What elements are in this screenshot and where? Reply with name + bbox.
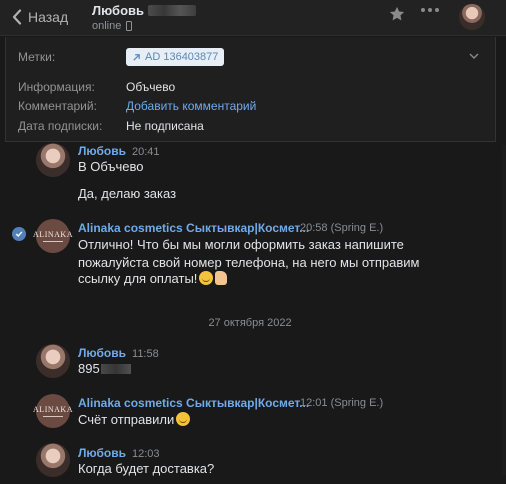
chevron-left-icon <box>12 9 22 25</box>
message-time: 11:58 <box>132 348 159 360</box>
message-author[interactable]: Любовь <box>78 346 126 360</box>
message-author[interactable]: Alinaka cosmetics Сыктывкар|Космет... <box>78 396 309 410</box>
brand-logo-text: ALINAKA <box>33 230 73 239</box>
message-time: 12:01 (Spring E.) <box>300 397 384 409</box>
brand-avatar[interactable]: ALINAKA <box>33 219 73 253</box>
avatar[interactable] <box>36 344 70 378</box>
add-comment-link[interactable]: Добавить комментарий <box>126 99 256 113</box>
redacted-surname <box>148 5 197 16</box>
avatar[interactable] <box>36 143 70 177</box>
tag-chip-label: AD 136403877 <box>145 51 219 63</box>
tags-label: Метки: <box>18 50 56 64</box>
star-icon[interactable] <box>388 5 406 23</box>
selected-check-icon[interactable] <box>12 227 26 241</box>
back-button[interactable]: Назад <box>12 6 68 28</box>
subscription-label: Дата подписки: <box>18 119 103 133</box>
more-options-icon[interactable] <box>421 8 439 12</box>
redacted-phone <box>100 364 131 374</box>
message-author[interactable]: Любовь <box>78 144 126 158</box>
comment-label: Комментарий: <box>18 99 97 113</box>
message-text-line: В Объчево <box>78 159 144 174</box>
tag-chip[interactable]: AD 136403877 <box>126 48 225 66</box>
message-text-line: Отлично! Что бы мы могли оформить заказ … <box>78 237 404 252</box>
mobile-phone-icon <box>126 21 133 31</box>
contact-avatar[interactable] <box>459 4 485 30</box>
message-author[interactable]: Alinaka cosmetics Сыктывкар|Космет... <box>78 221 309 235</box>
message-last-line: ссылку для оплаты! <box>78 270 228 288</box>
comment-row: Комментарий: Добавить комментарий <box>18 99 256 113</box>
back-label: Назад <box>28 9 69 25</box>
message-time: 20:58 (Spring E.) <box>300 222 384 234</box>
message-author[interactable]: Любовь <box>78 446 126 460</box>
information-row: Информация: Объчево <box>18 80 175 94</box>
scrollbar[interactable] <box>502 145 506 475</box>
tags-row: Метки: <box>18 50 126 64</box>
brand-avatar[interactable]: ALINAKA <box>33 394 73 428</box>
information-value: Объчево <box>126 80 176 94</box>
subscription-row: Дата подписки: Не подписана <box>18 119 204 133</box>
contact-info[interactable]: Любовь online <box>92 3 197 32</box>
message-text-line: Счёт отправили <box>78 411 191 429</box>
message-text-line: Когда будет доставка? <box>78 461 215 476</box>
message-text-line: 895 <box>78 360 131 378</box>
message-time: 12:03 <box>132 448 160 460</box>
phone-number-partial: 895 <box>78 361 100 376</box>
date-separator: 27 октября 2022 <box>208 317 292 329</box>
message-time: 20:41 <box>132 146 160 158</box>
subscription-value: Не подписана <box>126 119 204 133</box>
brand-logo-text: ALINAKA <box>33 405 73 414</box>
contact-name[interactable]: Любовь <box>92 3 144 18</box>
contact-details-panel: Метки: AD 136403877 Информация: Объчево К… <box>5 37 496 142</box>
smiling-emoji-icon <box>199 271 214 285</box>
chevron-down-icon[interactable] <box>469 53 479 59</box>
external-link-arrow-icon <box>133 53 140 61</box>
avatar[interactable] <box>36 443 70 477</box>
message-text-line: ссылку для оплаты! <box>78 271 198 286</box>
chat-header: Назад Любовь online <box>0 0 506 36</box>
information-label: Информация: <box>18 80 95 94</box>
online-status: online <box>92 20 122 32</box>
thumbs-up-emoji-icon <box>215 271 228 285</box>
relieved-emoji-icon <box>176 412 191 426</box>
message-text-line: Да, делаю заказ <box>78 186 177 201</box>
message-text: Счёт отправили <box>78 412 175 427</box>
